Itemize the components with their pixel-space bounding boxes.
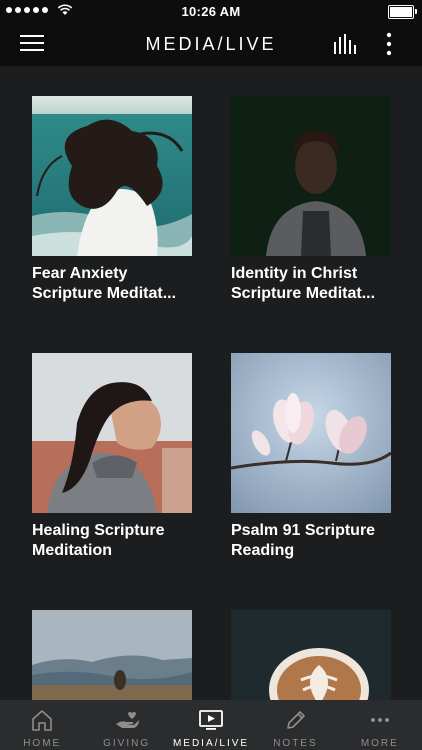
tab-home[interactable]: HOME	[0, 700, 84, 750]
wifi-icon	[57, 4, 73, 15]
tab-label: GIVING	[103, 738, 151, 749]
media-thumbnail	[231, 353, 391, 513]
pencil-icon	[287, 711, 306, 729]
status-bar: 10:26 AM	[0, 0, 422, 22]
battery-icon	[388, 5, 417, 19]
media-card-title: Healing Scripture Meditation	[32, 522, 165, 559]
media-card-title: Fear Anxiety Scripture Meditat...	[32, 265, 177, 302]
nav-bar: MEDIA/LIVE	[0, 22, 422, 66]
media-card[interactable]: Psalm 91 Scripture Reading	[231, 353, 391, 561]
tab-notes[interactable]: NOTES	[253, 700, 337, 750]
tab-bar: HOME GIVING MEDIA/LIVE NOTES MORE	[0, 700, 422, 750]
tab-label: MEDIA/LIVE	[172, 738, 250, 749]
audio-levels-icon[interactable]	[333, 34, 357, 54]
tab-label: NOTES	[273, 738, 318, 749]
media-thumbnail	[32, 96, 192, 256]
media-card[interactable]: Fear Anxiety Scripture Meditat...	[32, 96, 192, 304]
media-thumbnail	[231, 610, 391, 700]
tab-label: MORE	[360, 738, 399, 749]
signal-indicator	[6, 4, 73, 16]
hamburger-menu-icon[interactable]	[20, 35, 44, 53]
media-card-title: Psalm 91 Scripture Reading	[231, 522, 376, 559]
media-play-icon	[199, 710, 223, 730]
tab-more[interactable]: MORE	[338, 700, 422, 750]
media-grid: Fear Anxiety Scripture Meditat... Identi…	[0, 66, 422, 700]
media-card[interactable]: Healing Scripture Meditation	[32, 353, 192, 561]
media-thumbnail	[231, 96, 391, 256]
status-time: 10:26 AM	[181, 3, 241, 19]
tab-label: HOME	[23, 738, 62, 749]
tab-media-live[interactable]: MEDIA/LIVE	[169, 700, 253, 750]
media-card[interactable]	[32, 610, 192, 700]
giving-icon	[115, 712, 139, 728]
page-title: MEDIA/LIVE	[145, 33, 277, 54]
media-card[interactable]	[231, 610, 391, 700]
more-vertical-icon[interactable]	[381, 32, 397, 56]
home-icon	[32, 710, 53, 731]
media-thumbnail	[32, 353, 192, 513]
media-thumbnail	[32, 610, 192, 700]
media-card[interactable]: Identity in Christ Scripture Meditat...	[231, 96, 391, 304]
media-card-title: Identity in Christ Scripture Meditat...	[231, 265, 376, 302]
more-dots-icon	[370, 718, 389, 722]
tab-giving[interactable]: GIVING	[84, 700, 168, 750]
